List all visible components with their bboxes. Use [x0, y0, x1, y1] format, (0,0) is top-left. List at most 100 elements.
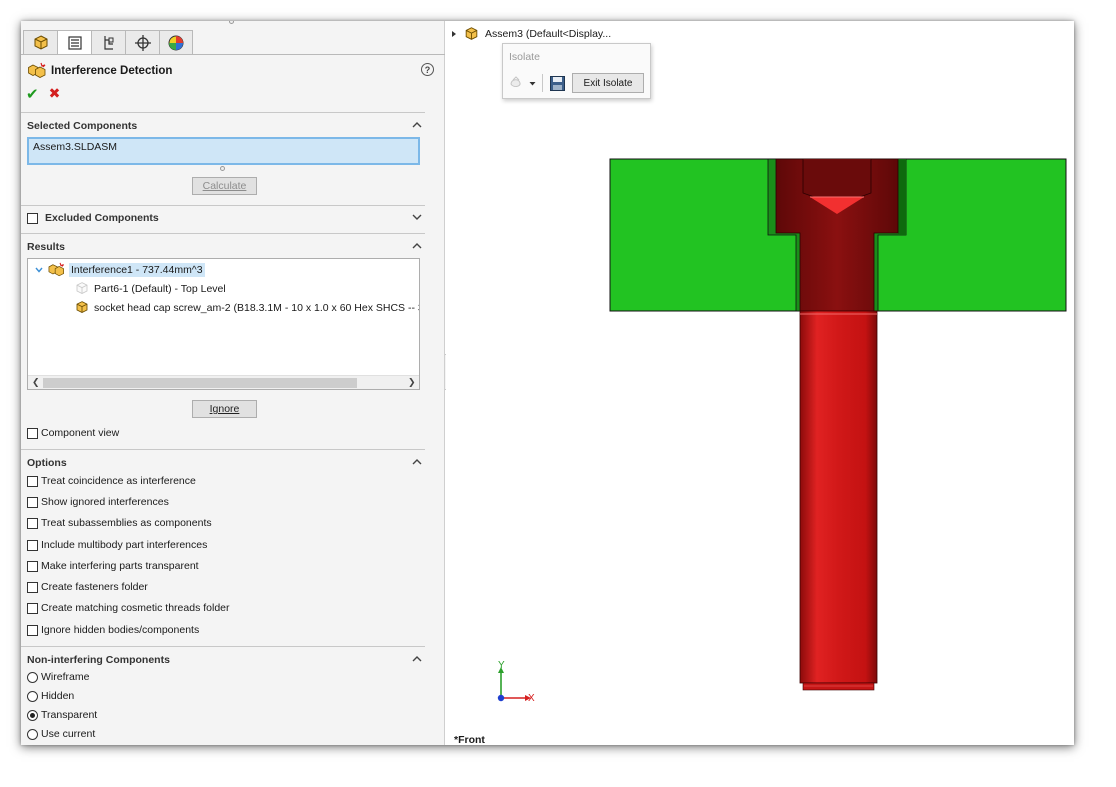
tab-display-manager[interactable] — [159, 30, 193, 55]
radio-button[interactable] — [27, 690, 38, 702]
radio-label: Hidden — [41, 690, 75, 702]
screw-shank[interactable] — [799, 310, 878, 684]
calculate-label: Calculate — [202, 180, 247, 192]
option-checkbox[interactable] — [27, 539, 38, 551]
component-icon — [76, 301, 88, 313]
results-title: Results — [27, 241, 65, 253]
manager-tabs — [23, 30, 193, 55]
scroll-right-icon[interactable]: ❯ — [408, 377, 416, 388]
option-show-ignored[interactable]: Show ignored interferences — [27, 495, 169, 509]
results-list[interactable]: Interference1 - 737.44mm^3 Part6-1 (Defa… — [27, 258, 420, 390]
radio-button-selected[interactable] — [27, 709, 38, 721]
option-ignore-hidden[interactable]: Ignore hidden bodies/components — [27, 623, 199, 637]
radio-button[interactable] — [27, 671, 38, 683]
option-label: Show ignored interferences — [41, 496, 169, 508]
tabs-divider — [21, 54, 445, 55]
option-checkbox[interactable] — [27, 496, 38, 508]
component-view-option[interactable]: Component view — [27, 426, 119, 440]
tab-dimxpert-manager[interactable] — [125, 30, 159, 55]
interference-row[interactable]: Interference1 - 737.44mm^3 — [34, 261, 205, 278]
option-checkbox[interactable] — [27, 602, 38, 614]
ignore-label: Ignore — [209, 403, 240, 415]
tab-configuration-manager[interactable] — [91, 30, 125, 55]
collapse-results[interactable] — [412, 241, 422, 251]
scroll-left-icon[interactable]: ❮ — [32, 377, 40, 388]
tree-item-label: Part6-1 (Default) - Top Level — [94, 282, 226, 295]
option-create-fasteners-folder[interactable]: Create fasteners folder — [27, 580, 148, 594]
horizontal-scrollbar[interactable]: ❮ ❯ — [28, 375, 419, 389]
model-view[interactable]: Y X — [446, 21, 1074, 745]
page-title: Interference Detection — [28, 61, 172, 81]
option-include-multibody[interactable]: Include multibody part interferences — [27, 538, 207, 552]
interference-label: Interference1 - 737.44mm^3 — [69, 262, 205, 277]
tab-property-manager[interactable] — [57, 30, 91, 55]
selected-components-title: Selected Components — [27, 120, 138, 132]
section-divider — [21, 112, 425, 113]
radio-wireframe[interactable]: Wireframe — [27, 670, 89, 684]
radio-hidden[interactable]: Hidden — [27, 689, 74, 703]
option-label: Ignore hidden bodies/components — [41, 624, 200, 636]
part-icon — [76, 282, 88, 294]
tree-item[interactable]: Part6-1 (Default) - Top Level — [74, 280, 226, 297]
selected-component-item[interactable]: Assem3.SLDASM — [33, 141, 117, 153]
collapse-non-interfering[interactable] — [412, 654, 422, 664]
option-checkbox[interactable] — [27, 517, 38, 529]
radio-transparent[interactable]: Transparent — [27, 708, 97, 722]
component-view-label: Component view — [41, 427, 120, 439]
radio-label: Use current — [41, 728, 96, 740]
calculate-button[interactable]: Calculate — [192, 177, 257, 195]
feature-manager-icon — [34, 34, 47, 50]
radio-use-current[interactable]: Use current — [27, 727, 95, 741]
tab-feature-manager[interactable] — [23, 30, 57, 55]
option-checkbox[interactable] — [27, 624, 38, 636]
section-divider — [21, 205, 425, 206]
option-checkbox[interactable] — [27, 475, 38, 487]
chevron-down-icon[interactable] — [34, 265, 44, 275]
collapse-options[interactable] — [412, 457, 422, 467]
confirm-row: ✔ ✖ — [26, 85, 60, 103]
section-divider — [21, 646, 425, 647]
chevron-up-icon — [412, 656, 422, 662]
triad-y-label: Y — [498, 660, 505, 671]
help-icon[interactable]: ? — [421, 63, 434, 76]
screw-chamfer — [802, 682, 875, 691]
option-treat-subassemblies[interactable]: Treat subassemblies as components — [27, 516, 212, 530]
property-manager-panel: Interference Detection ? ✔ ✖ Selected Co… — [21, 21, 445, 745]
graphics-viewport[interactable]: Assem3 (Default<Display... Isolate Exit … — [446, 21, 1074, 745]
chevron-down-icon — [412, 214, 422, 220]
interference-icon — [48, 262, 64, 276]
excluded-components-checkbox[interactable] — [27, 212, 38, 224]
section-divider — [21, 449, 425, 450]
scrollbar-thumb[interactable] — [43, 378, 357, 388]
page-title-text: Interference Detection — [51, 65, 173, 77]
option-treat-coincidence[interactable]: Treat coincidence as interference — [27, 474, 196, 488]
ignore-button[interactable]: Ignore — [192, 400, 257, 418]
display-manager-icon — [168, 35, 184, 50]
reference-triad: Y X — [497, 660, 535, 704]
ok-button[interactable]: ✔ — [26, 85, 39, 103]
panel-resize-grip[interactable] — [229, 21, 234, 24]
excluded-components-header[interactable]: Excluded Components — [27, 211, 159, 225]
option-make-transparent[interactable]: Make interfering parts transparent — [27, 559, 199, 573]
options-title: Options — [27, 457, 67, 469]
collapse-selected-components[interactable] — [412, 120, 422, 130]
cancel-button[interactable]: ✖ — [49, 85, 61, 103]
option-label: Treat coincidence as interference — [41, 475, 196, 487]
hex-socket — [802, 159, 872, 198]
radio-label: Transparent — [41, 709, 98, 721]
radio-button[interactable] — [27, 728, 38, 740]
option-label: Create fasteners folder — [41, 581, 148, 593]
list-resize-grip[interactable] — [220, 166, 225, 171]
tree-item[interactable]: socket head cap screw_am-2 (B18.3.1M - 1… — [74, 299, 420, 316]
option-checkbox[interactable] — [27, 581, 38, 593]
option-checkbox[interactable] — [27, 560, 38, 572]
option-cosmetic-threads-folder[interactable]: Create matching cosmetic threads folder — [27, 601, 230, 615]
dimxpert-manager-icon — [134, 34, 151, 51]
component-view-checkbox[interactable] — [27, 427, 38, 439]
tree-item-label: socket head cap screw_am-2 (B18.3.1M - 1… — [94, 301, 420, 314]
chevron-up-icon — [412, 243, 422, 249]
chevron-up-icon — [412, 459, 422, 465]
excluded-components-title: Excluded Components — [45, 212, 159, 224]
selected-components-list[interactable]: Assem3.SLDASM — [27, 137, 420, 165]
expand-excluded-components[interactable] — [412, 212, 422, 222]
